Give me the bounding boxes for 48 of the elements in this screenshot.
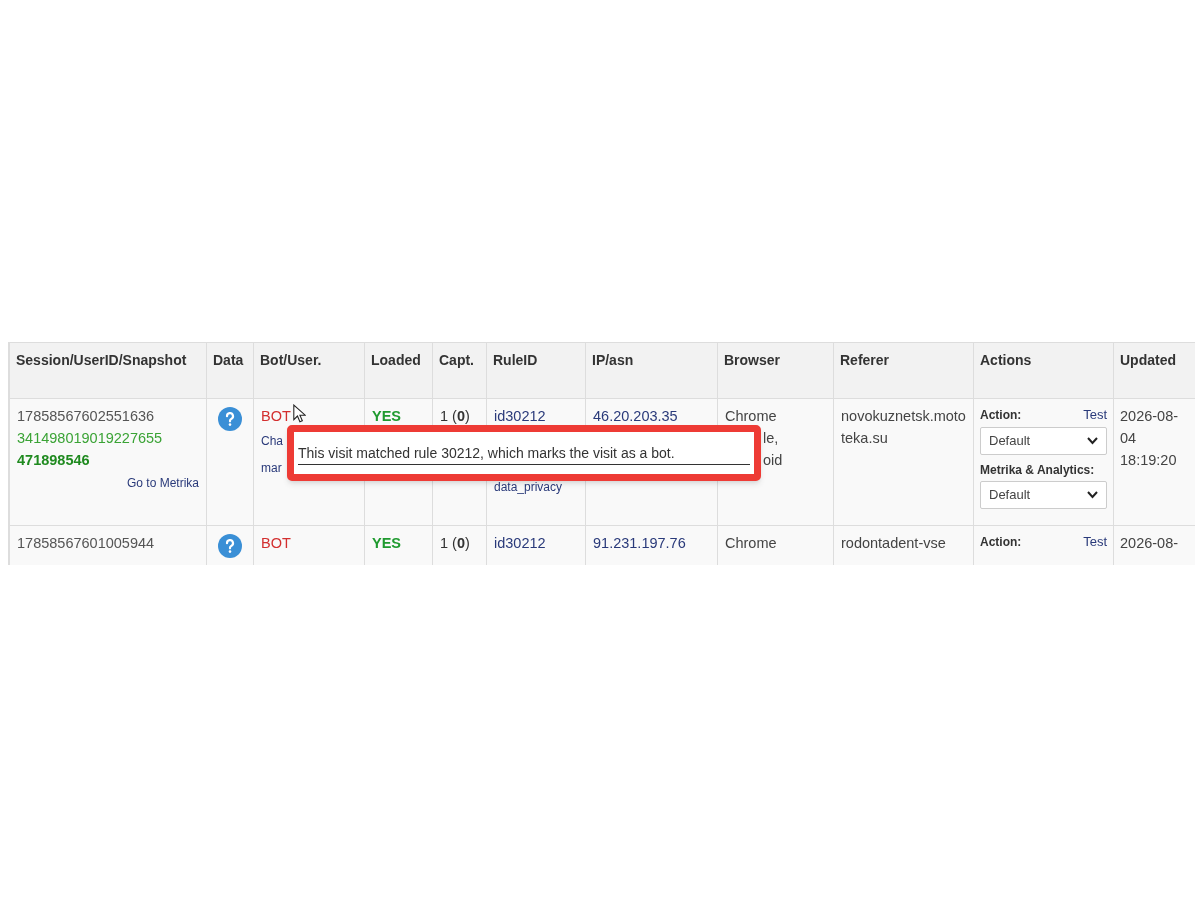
dropdown-select[interactable]: Default [980, 426, 1107, 455]
help-icon[interactable] [218, 534, 242, 558]
test-link[interactable]: Test [1083, 405, 1107, 425]
session-id-text: 17858567601005944 [17, 534, 156, 553]
metrika-link[interactable]: Go to Metrika [126, 476, 199, 490]
referer-text: rodontadent-vse [841, 535, 946, 551]
action-label: Action: [980, 534, 1022, 551]
browser-text: oid [763, 452, 783, 468]
column-header: Capt. [432, 342, 487, 399]
session-id-text: 17858567602551636 [17, 407, 156, 426]
test-link[interactable]: Test [1083, 532, 1107, 552]
column-header: Referer [833, 342, 974, 399]
tooltip-text: This visit matched rule 30212, which marks the visit as a bot. [298, 441, 750, 465]
column-header: Loaded [364, 342, 433, 399]
captcha-count-text: 1 (0) [440, 408, 470, 424]
bot-status-text: BOT [261, 535, 291, 551]
browser-text: Chrome [725, 534, 778, 553]
column-header: Actions [973, 342, 1114, 399]
bot-note-text: Cha [261, 434, 283, 448]
updated-date-text: 2026-08- [1120, 535, 1179, 551]
bot-note-text: mar [261, 461, 282, 475]
cursor-icon [293, 404, 306, 424]
column-header: RuleID [486, 342, 586, 399]
column-header: Bot/User. [253, 342, 365, 399]
bot-status-text: BOT [261, 408, 291, 424]
browser-text: Chrome [725, 407, 778, 426]
rule-id-link[interactable]: id30212 [494, 405, 578, 427]
loaded-status-text: YES [372, 408, 401, 424]
loaded-status-text: YES [372, 535, 401, 551]
chevron-down-icon [1087, 490, 1098, 499]
column-header: Session/UserID/Snapshot [9, 342, 207, 399]
dropdown-select[interactable]: Default [980, 480, 1107, 509]
column-header: IP/asn [585, 342, 718, 399]
help-icon[interactable] [218, 407, 242, 431]
ip-address-link[interactable]: 46.20.203.35 [593, 408, 678, 424]
column-header: Browser [717, 342, 834, 399]
session-id-text: 341498019019227655 [17, 429, 164, 448]
column-header: Data [206, 342, 254, 399]
rule-category-link[interactable]: data_privacy [494, 479, 563, 495]
action-label: Action: [980, 407, 1022, 424]
column-header: Updated [1113, 342, 1195, 399]
chevron-down-icon [1087, 436, 1098, 445]
browser-text: le, [763, 430, 779, 446]
session-id-text: 471898546 [17, 451, 91, 470]
metrika-label: Metrika & Analytics: [980, 461, 1096, 479]
captcha-count-text: 1 (0) [440, 535, 470, 551]
referer-text: novokuznetsk.mototeka.su [841, 408, 966, 446]
updated-date-text: 2026-08-04 18:19:20 [1120, 408, 1179, 468]
